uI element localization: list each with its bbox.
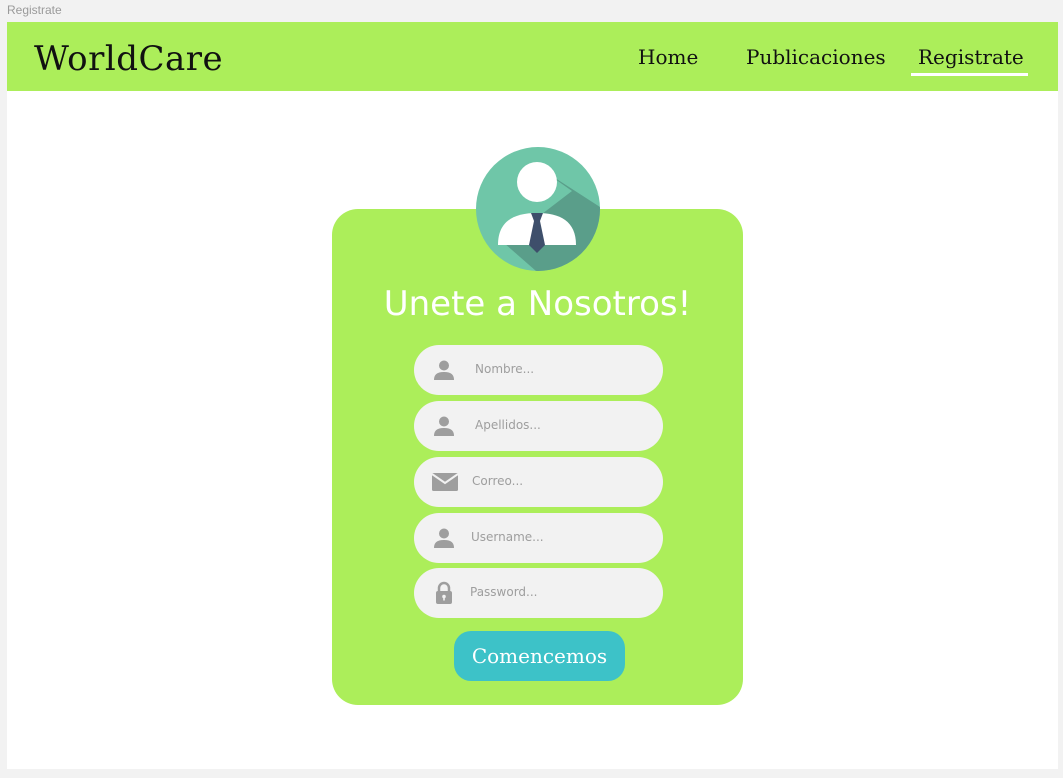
envelope-icon — [431, 470, 459, 494]
password-field[interactable]: Password... — [414, 568, 663, 618]
correo-placeholder: Correo... — [472, 474, 524, 488]
password-placeholder: Password... — [470, 585, 538, 599]
nombre-field[interactable]: Nombre... — [414, 345, 663, 395]
page-frame: WorldCare Home Publicaciones Registrate … — [7, 22, 1058, 769]
active-nav-indicator — [911, 73, 1028, 76]
form-title: Unete a Nosotros! — [383, 284, 692, 324]
person-icon — [432, 358, 456, 382]
brand-logo[interactable]: WorldCare — [34, 39, 223, 79]
person-icon — [432, 414, 456, 438]
nav-link-registrate[interactable]: Registrate — [918, 44, 1024, 70]
apellidos-field[interactable]: Apellidos... — [414, 401, 663, 451]
lock-icon — [432, 581, 456, 605]
person-icon — [432, 526, 456, 550]
nav-link-publicaciones[interactable]: Publicaciones — [746, 44, 886, 70]
username-placeholder: Username... — [471, 530, 544, 544]
navbar: WorldCare Home Publicaciones Registrate — [7, 22, 1058, 91]
frame-label: Registrate — [7, 3, 62, 17]
username-field[interactable]: Username... — [414, 513, 663, 563]
correo-field[interactable]: Correo... — [414, 457, 663, 507]
comencemos-button[interactable]: Comencemos — [454, 631, 625, 681]
nav-link-home[interactable]: Home — [638, 44, 698, 70]
apellidos-placeholder: Apellidos... — [475, 418, 541, 432]
nombre-placeholder: Nombre... — [475, 362, 535, 376]
user-avatar-icon — [476, 147, 600, 271]
